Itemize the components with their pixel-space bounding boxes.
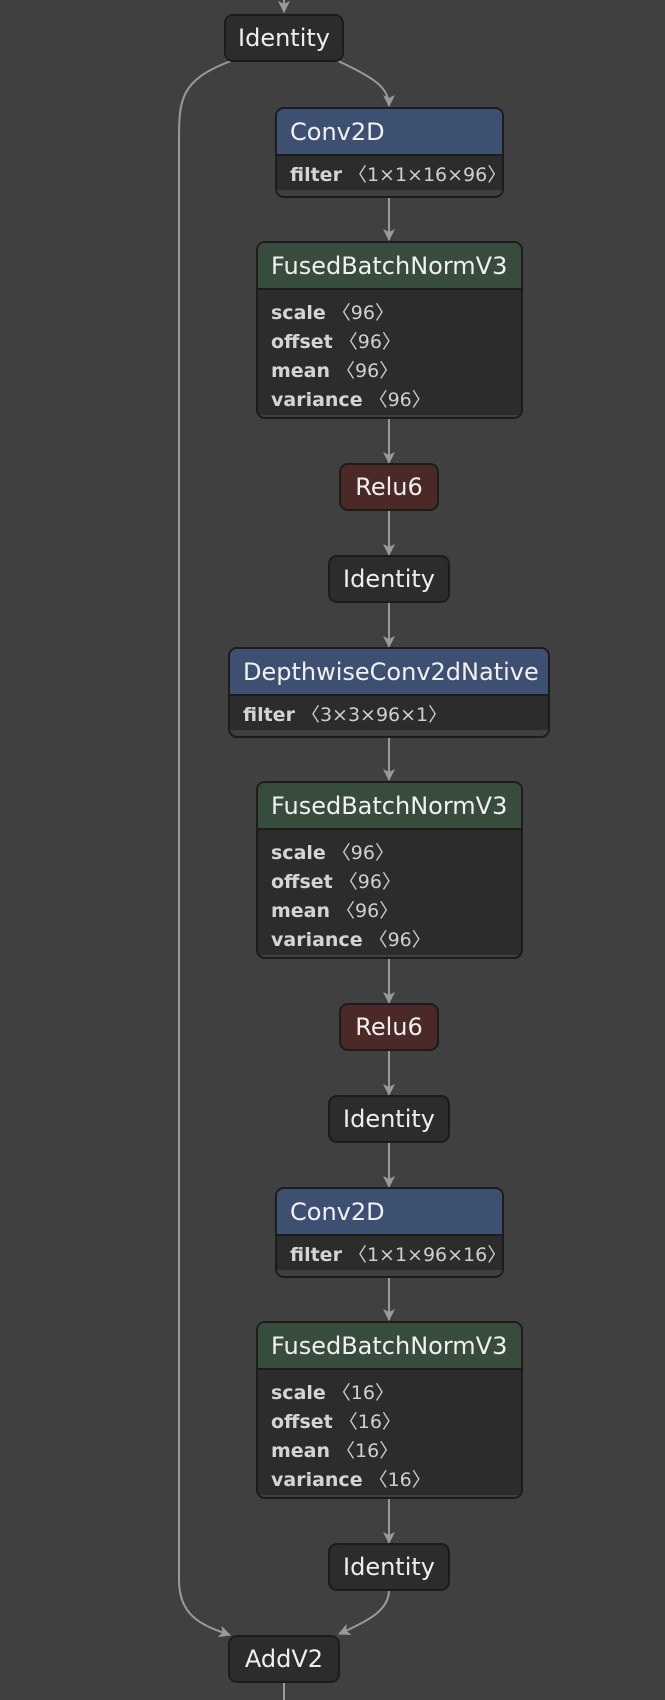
node-label: Identity [343, 565, 435, 593]
node-fusedbatchnormv3[interactable]: FusedBatchNormV3 scale 〈96〉 offset 〈96〉 me… [256, 241, 523, 419]
attr-name: scale [271, 1382, 326, 1404]
attr-name: offset [271, 1411, 333, 1433]
attr-shape: 〈16〉 [338, 1411, 401, 1433]
node-label: FusedBatchNormV3 [271, 791, 508, 820]
node-label: FusedBatchNormV3 [271, 251, 508, 280]
attr-row: mean 〈96〉 [271, 357, 521, 386]
attr-shape: 〈16〉 [331, 1382, 394, 1404]
attr-name: filter [243, 704, 295, 726]
node-identity[interactable]: Identity [328, 555, 450, 603]
node-identity[interactable]: Identity [224, 14, 344, 62]
attr-row: scale 〈96〉 [271, 839, 521, 868]
edge-n0-n1 [337, 60, 395, 107]
node-relu6[interactable]: Relu6 [339, 1003, 439, 1051]
attr-shape: 〈1×1×16×96〉 [347, 164, 504, 186]
attr-name: variance [271, 389, 363, 411]
attr-row: mean 〈96〉 [271, 897, 521, 926]
attr-row: scale 〈16〉 [271, 1379, 521, 1408]
attr-row: variance 〈16〉 [271, 1466, 521, 1495]
node-conv2d[interactable]: Conv2D filter 〈1×1×96×16〉 [275, 1187, 504, 1278]
attr-row: offset 〈16〉 [271, 1408, 521, 1437]
node-header: FusedBatchNormV3 [258, 783, 521, 830]
attr-row: filter 〈3×3×96×1〉 [243, 701, 548, 730]
node-header: FusedBatchNormV3 [258, 243, 521, 290]
node-header: Conv2D [277, 1189, 502, 1236]
node-label: AddV2 [244, 1645, 324, 1673]
node-header: FusedBatchNormV3 [258, 1323, 521, 1370]
node-label: Identity [343, 1553, 435, 1581]
attr-row: variance 〈96〉 [271, 386, 521, 415]
attr-row: offset 〈96〉 [271, 328, 521, 357]
node-label: Conv2D [290, 1197, 385, 1226]
attr-shape: 〈96〉 [338, 331, 401, 353]
node-label: Conv2D [290, 117, 385, 146]
attr-row: filter 〈1×1×96×16〉 [290, 1241, 502, 1270]
attr-name: offset [271, 331, 333, 353]
attr-name: variance [271, 1469, 363, 1491]
attr-shape: 〈96〉 [336, 360, 399, 382]
attr-name: offset [271, 871, 333, 893]
attr-shape: 〈96〉 [331, 842, 394, 864]
node-addv2[interactable]: AddV2 [228, 1635, 340, 1683]
attr-row: variance 〈96〉 [271, 926, 521, 955]
node-conv2d[interactable]: Conv2D filter 〈1×1×16×96〉 [275, 107, 504, 198]
attr-name: filter [290, 1244, 342, 1266]
edge-n0-n12 [178, 60, 232, 1638]
node-label: FusedBatchNormV3 [271, 1331, 508, 1360]
attr-name: mean [271, 1440, 331, 1462]
node-fusedbatchnormv3[interactable]: FusedBatchNormV3 scale 〈96〉 offset 〈96〉 me… [256, 781, 523, 959]
attr-shape: 〈3×3×96×1〉 [300, 704, 448, 726]
attr-shape: 〈16〉 [368, 1469, 431, 1491]
attr-row: offset 〈96〉 [271, 868, 521, 897]
node-label: Relu6 [355, 473, 423, 501]
node-label: Identity [238, 24, 330, 52]
node-fusedbatchnormv3[interactable]: FusedBatchNormV3 scale 〈16〉 offset 〈16〉 me… [256, 1321, 523, 1499]
attr-row: scale 〈96〉 [271, 299, 521, 328]
node-header: Conv2D [277, 109, 502, 156]
attr-name: mean [271, 900, 331, 922]
node-label: DepthwiseConv2dNative [243, 657, 539, 686]
attr-name: filter [290, 164, 342, 186]
attr-name: mean [271, 360, 331, 382]
attr-name: scale [271, 842, 326, 864]
attr-name: scale [271, 302, 326, 324]
attr-row: mean 〈16〉 [271, 1437, 521, 1466]
node-relu6[interactable]: Relu6 [339, 463, 439, 511]
attr-shape: 〈96〉 [338, 871, 401, 893]
attr-row: filter 〈1×1×16×96〉 [290, 161, 502, 190]
attr-shape: 〈96〉 [336, 900, 399, 922]
attr-name: variance [271, 929, 363, 951]
node-identity[interactable]: Identity [328, 1543, 450, 1591]
attr-shape: 〈1×1×96×16〉 [347, 1244, 504, 1266]
node-depthwiseconv2dnative[interactable]: DepthwiseConv2dNative filter 〈3×3×96×1〉 [228, 647, 550, 738]
attr-shape: 〈16〉 [336, 1440, 399, 1462]
node-header: DepthwiseConv2dNative [230, 649, 548, 696]
attr-shape: 〈96〉 [368, 389, 431, 411]
attr-shape: 〈96〉 [368, 929, 431, 951]
node-label: Identity [343, 1105, 435, 1133]
node-label: Relu6 [355, 1013, 423, 1041]
node-identity[interactable]: Identity [328, 1095, 450, 1143]
attr-shape: 〈96〉 [331, 302, 394, 324]
edge-n11-n12 [338, 1589, 390, 1635]
